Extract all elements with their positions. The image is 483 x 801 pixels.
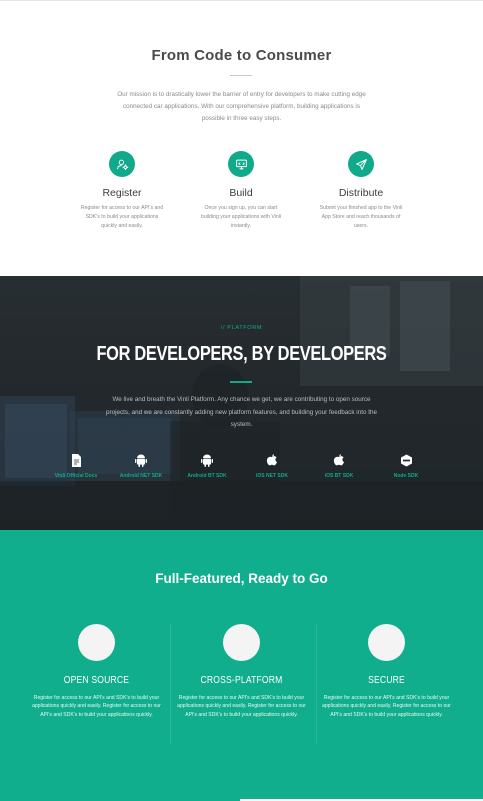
sdk-label: Android BT SDK bbox=[187, 473, 227, 479]
sdk-label: Vinli Official Docs bbox=[54, 473, 98, 479]
feature-title: OPEN SOURCE bbox=[63, 675, 130, 686]
step-title: Register bbox=[102, 187, 142, 199]
sdk-link-android-bt[interactable]: Android BT SDK bbox=[174, 453, 240, 479]
feature-open-source: OPEN SOURCE Register for access to our A… bbox=[24, 624, 169, 719]
step-distribute: Distribute Submit your finished app to t… bbox=[301, 151, 421, 230]
feature-description: Register for access to our API's and SDK… bbox=[322, 695, 451, 718]
feature-description: Register for access to our API's and SDK… bbox=[32, 695, 161, 718]
features-title: Full-Featured, Ready to Go bbox=[155, 571, 328, 586]
sdk-label: iOS BT SDK bbox=[324, 473, 354, 479]
sdk-link-vinli-docs[interactable]: Vinli Official Docs bbox=[43, 453, 109, 479]
feature-description: Register for access to our API's and SDK… bbox=[177, 695, 306, 718]
feature-title: CROSS-PLATFORM bbox=[200, 675, 283, 686]
platform-title: FOR DEVELOPERS, BY DEVELOPERS bbox=[96, 343, 387, 365]
android-icon bbox=[200, 453, 214, 467]
feature-secure: SECURE Register for access to our API's … bbox=[314, 624, 459, 719]
step-build: Build Once you sign up, you can start bu… bbox=[181, 151, 301, 230]
mission-text: Our mission is to drastically lower the … bbox=[117, 91, 366, 122]
feature-image-placeholder bbox=[368, 624, 405, 661]
step-description: Submit your finished app to the Vinli Ap… bbox=[319, 205, 403, 229]
apple-icon bbox=[265, 453, 279, 467]
platform-eyebrow: // PLATFORM bbox=[220, 325, 263, 331]
feature-cross-platform: CROSS-PLATFORM Register for access to ou… bbox=[169, 624, 314, 719]
sdk-link-ios-net[interactable]: iOS NET SDK bbox=[239, 453, 305, 479]
nodejs-icon bbox=[399, 453, 413, 467]
feature-image-placeholder bbox=[78, 624, 115, 661]
sdk-link-node[interactable]: Node SDK bbox=[373, 453, 439, 479]
step-title: Build bbox=[229, 187, 253, 199]
features-section: Full-Featured, Ready to Go OPEN SOURCE R… bbox=[0, 530, 483, 801]
intro-divider bbox=[230, 75, 252, 76]
platform-section: // PLATFORM FOR DEVELOPERS, BY DEVELOPER… bbox=[0, 276, 483, 530]
intro-section: From Code to Consumer Our mission is to … bbox=[0, 0, 483, 276]
user-settings-icon bbox=[109, 151, 135, 177]
sdk-label: Android NET SDK bbox=[119, 473, 163, 479]
step-title: Distribute bbox=[338, 187, 384, 199]
feature-title: SECURE bbox=[368, 675, 405, 686]
feature-image-placeholder bbox=[223, 624, 260, 661]
sdk-link-ios-bt[interactable]: iOS BT SDK bbox=[306, 453, 372, 479]
apple-icon bbox=[332, 453, 346, 467]
platform-text: We live and breath the Vinli Platform. A… bbox=[106, 396, 377, 428]
sdk-label: iOS NET SDK bbox=[256, 473, 288, 479]
sdk-link-android-net[interactable]: Android NET SDK bbox=[108, 453, 174, 479]
sdk-label: Node SDK bbox=[393, 473, 419, 479]
document-icon bbox=[69, 453, 83, 467]
android-icon bbox=[134, 453, 148, 467]
platform-divider bbox=[230, 381, 252, 383]
monitor-icon bbox=[228, 151, 254, 177]
intro-title: From Code to Consumer bbox=[151, 47, 332, 64]
step-description: Once you sign up, you can start building… bbox=[200, 205, 282, 229]
paper-plane-icon bbox=[348, 151, 374, 177]
step-description: Register for access to our API's and SDK… bbox=[80, 205, 164, 229]
step-register: Register Register for access to our API'… bbox=[62, 151, 182, 230]
